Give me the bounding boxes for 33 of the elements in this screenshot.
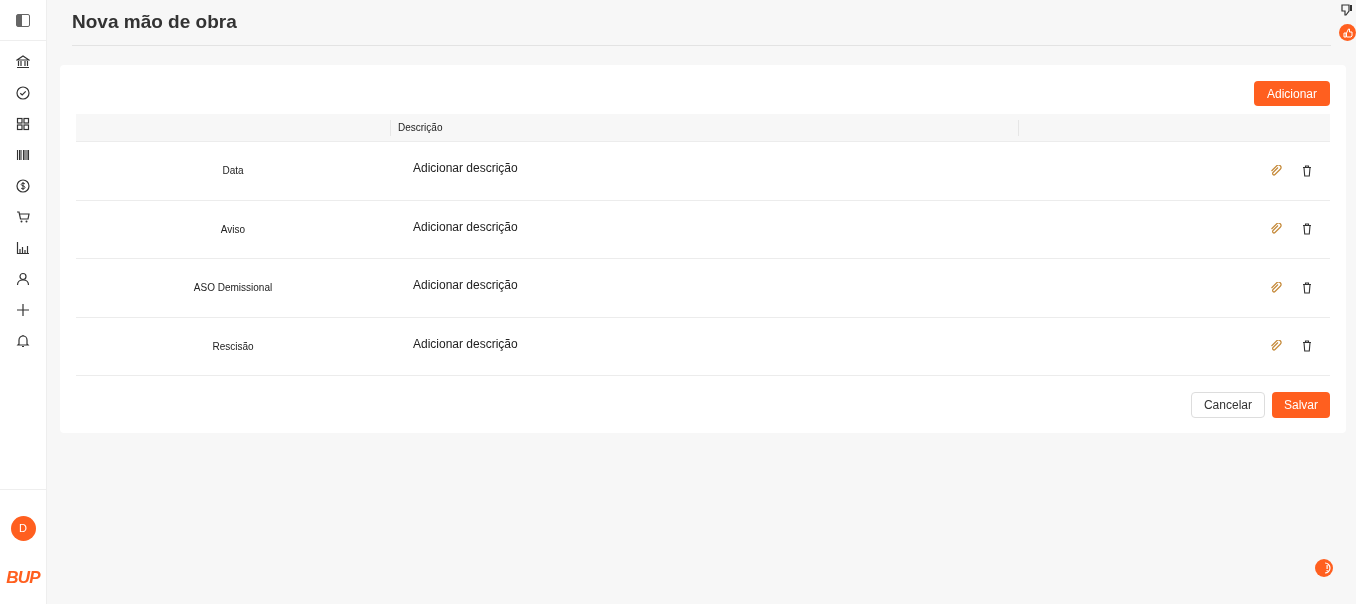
description-field[interactable]: Adicionar descrição [413,278,518,292]
row-name: Rescisão [212,339,254,354]
description-field[interactable]: Adicionar descrição [413,161,518,175]
paperclip-icon[interactable] [1270,223,1282,236]
trash-icon[interactable] [1302,281,1312,294]
paperclip-icon[interactable] [1270,164,1282,177]
bank-icon[interactable] [16,55,30,69]
cancel-button[interactable]: Cancelar [1190,392,1265,418]
trash-icon[interactable] [1302,223,1312,236]
check-circle-icon[interactable] [16,86,30,100]
dollar-icon[interactable] [16,179,30,193]
brand-logo: BUP [6,569,40,586]
column-header: Descrição [398,121,443,135]
bar-chart-icon[interactable] [16,241,30,255]
description-field[interactable]: Adicionar descrição [413,336,518,351]
trash-icon[interactable] [1302,340,1312,353]
row-name: Aviso [220,222,246,237]
alert-icon[interactable] [1315,559,1333,577]
dislike-icon[interactable] [1341,4,1353,16]
description-field[interactable]: Adicionar descrição [413,219,518,234]
trash-icon[interactable] [1302,164,1312,177]
bell-icon[interactable] [16,334,30,348]
barcode-icon[interactable] [16,148,30,162]
page-title: Nova mão de obra [72,10,237,35]
like-icon[interactable] [1339,24,1356,41]
row-name: Data [222,164,244,179]
plus-icon[interactable] [16,303,30,317]
paperclip-icon[interactable] [1270,281,1282,294]
cart-icon[interactable] [16,210,30,224]
grid-icon[interactable] [16,117,30,131]
user-icon[interactable] [16,272,30,286]
paperclip-icon[interactable] [1270,340,1282,353]
row-name: ASO Demissional [193,281,273,296]
